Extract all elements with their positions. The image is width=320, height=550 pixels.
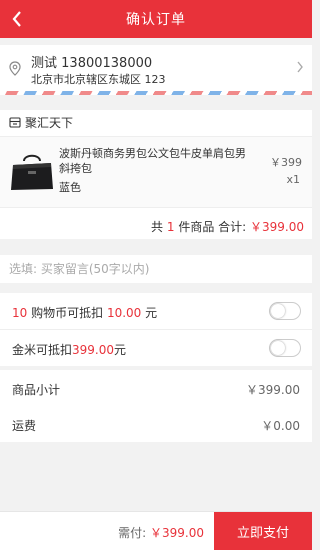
amount-due: 需付: ￥399.00 bbox=[118, 526, 204, 540]
shop-header: 聚汇天下 bbox=[0, 110, 312, 134]
shipping-label: 运费 bbox=[12, 419, 37, 433]
header-bar: 确认订单 bbox=[0, 0, 312, 38]
amount-due-value: ￥399.00 bbox=[150, 526, 204, 540]
recipient-address: 北京市北京辖区东城区 123 bbox=[31, 73, 166, 86]
product-price: ￥399 bbox=[270, 156, 302, 169]
recipient-row: 测试 13800138000 bbox=[31, 52, 152, 71]
gold-deduct-row: 金米可抵扣399.00元 bbox=[0, 330, 312, 366]
coins-deduct-label: 10 购物币可抵扣 10.00 元 bbox=[12, 306, 158, 320]
coins-deduct-toggle[interactable] bbox=[269, 302, 301, 320]
subtotal-label: 商品小计 bbox=[12, 383, 61, 397]
pay-now-button[interactable]: 立即支付 bbox=[214, 512, 312, 550]
item-count: 1 bbox=[166, 220, 175, 234]
address-stripe-divider bbox=[0, 91, 312, 95]
gold-deduct-label: 金米可抵扣399.00元 bbox=[12, 343, 127, 357]
subtotal-value: ￥399.00 bbox=[246, 383, 300, 397]
order-summary: 共 1 件商品 合计: ￥399.00 bbox=[151, 220, 304, 234]
shipping-value: ￥0.00 bbox=[261, 419, 300, 433]
chevron-left-icon bbox=[12, 11, 21, 27]
toggle-knob bbox=[271, 341, 285, 355]
page-title: 确认订单 bbox=[126, 12, 186, 28]
buyer-message-input[interactable] bbox=[9, 262, 299, 276]
toggle-knob bbox=[271, 304, 285, 318]
order-item[interactable]: 波斯丹顿商务男包公文包牛皮单肩包男斜挎包 蓝色 ￥399 x1 bbox=[0, 136, 312, 208]
remark-section bbox=[0, 255, 312, 283]
subtotal-row: 商品小计 ￥399.00 bbox=[0, 370, 312, 406]
recipient-name: 测试 bbox=[31, 56, 58, 71]
product-name: 波斯丹顿商务男包公文包牛皮单肩包男斜挎包 bbox=[59, 147, 246, 175]
location-pin-icon bbox=[9, 61, 21, 76]
gold-deduct-toggle[interactable] bbox=[269, 339, 301, 357]
recipient-phone: 13800138000 bbox=[61, 56, 153, 71]
product-color: 蓝色 bbox=[59, 181, 81, 194]
address-card[interactable]: 测试 13800138000 北京市北京辖区东城区 123 bbox=[0, 45, 312, 91]
shop-section: 聚汇天下 波斯丹顿商务男包公文包牛皮单肩包男斜挎包 蓝色 ￥399 x1 共 1… bbox=[0, 110, 312, 239]
order-total: ￥399.00 bbox=[250, 220, 304, 234]
chevron-right-icon bbox=[297, 61, 303, 73]
shipping-row: 运费 ￥0.00 bbox=[0, 406, 312, 442]
coins-deduct-row: 10 购物币可抵扣 10.00 元 bbox=[0, 293, 312, 329]
shop-name: 聚汇天下 bbox=[25, 115, 74, 130]
store-icon bbox=[9, 116, 21, 128]
back-button[interactable] bbox=[0, 0, 34, 38]
product-bag-image bbox=[11, 154, 53, 190]
checkout-footer: 需付: ￥399.00 立即支付 bbox=[0, 511, 312, 550]
product-qty: x1 bbox=[286, 173, 300, 186]
